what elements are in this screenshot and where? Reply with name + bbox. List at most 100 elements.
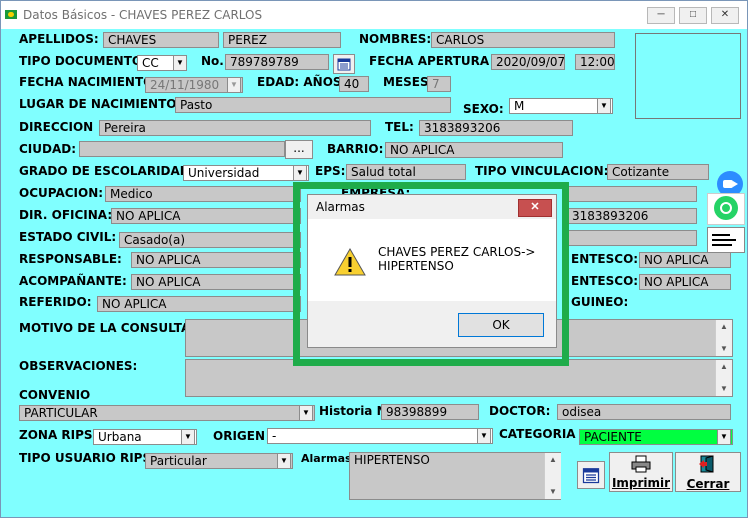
calendar-button-bottom[interactable] xyxy=(577,461,605,489)
alarmas-scrollbar[interactable]: ▲ ▼ xyxy=(544,453,561,499)
maximize-button[interactable]: □ xyxy=(679,7,707,24)
exit-door-icon xyxy=(699,455,714,473)
referido-field[interactable]: NO APLICA xyxy=(97,296,301,312)
numero-field[interactable]: 789789789 xyxy=(225,54,329,70)
tipo-vinculacion-label: TIPO VINCULACION: xyxy=(475,164,609,178)
nombres-label: NOMBRES: xyxy=(359,32,432,46)
printer-icon xyxy=(631,455,651,473)
acompanante-field[interactable]: NO APLICA xyxy=(131,274,301,290)
estado-civil-field[interactable]: Casado(a) xyxy=(119,232,301,248)
calendar-icon xyxy=(582,468,600,484)
chevron-down-icon[interactable]: ▼ xyxy=(717,429,731,445)
estado-civil-label: ESTADO CIVIL: xyxy=(19,230,117,244)
eps-field[interactable]: Salud total xyxy=(346,164,466,180)
escolaridad-value: Universidad xyxy=(188,166,260,180)
numero-label: No. xyxy=(201,54,224,68)
grado-escolaridad-label: GRADO DE ESCOLARIDAD: xyxy=(19,164,195,178)
barrio-field[interactable]: NO APLICA xyxy=(385,142,563,158)
chevron-down-icon[interactable]: ▼ xyxy=(277,453,291,469)
chevron-down-icon[interactable]: ▼ xyxy=(173,55,187,71)
observaciones-scrollbar[interactable]: ▲ ▼ xyxy=(715,360,732,396)
tipo-vinculacion-field[interactable]: Cotizante xyxy=(607,164,709,180)
parentesco-responsable-field[interactable]: NO APLICA xyxy=(639,252,731,268)
chevron-down-icon[interactable]: ▼ xyxy=(293,165,307,181)
parentesco-acompanante-label: ENTESCO: xyxy=(571,274,639,288)
tel-oficina-field[interactable]: 3183893206 xyxy=(567,208,697,224)
fecha-apertura-label: FECHA APERTURA xyxy=(369,54,490,68)
photo-box[interactable] xyxy=(635,33,741,119)
cerrar-label: Cerrar xyxy=(686,477,730,491)
convenio-select[interactable]: PARTICULAR xyxy=(19,405,315,421)
window-title: Datos Básicos - CHAVES PEREZ CARLOS xyxy=(23,8,263,22)
observaciones-label: OBSERVACIONES: xyxy=(19,359,138,373)
categoria-value: PACIENTE xyxy=(584,430,642,444)
edad-anos-field[interactable]: 40 xyxy=(339,76,369,92)
scroll-up-icon[interactable]: ▲ xyxy=(545,453,561,467)
datos-basicos-window: Datos Básicos - CHAVES PEREZ CARLOS ─ □ … xyxy=(0,0,748,518)
parentesco-responsable-label: ENTESCO: xyxy=(571,252,639,266)
historia-field[interactable]: 98398899 xyxy=(381,404,479,420)
scroll-up-icon[interactable]: ▲ xyxy=(716,320,732,334)
tipo-usuario-value: Particular xyxy=(150,454,207,468)
eps-label: EPS: xyxy=(315,164,346,178)
parentesco-acompanante-field[interactable]: NO APLICA xyxy=(639,274,731,290)
minimize-button[interactable]: ─ xyxy=(647,7,675,24)
empresa-field[interactable] xyxy=(567,186,697,202)
categoria-select[interactable]: PACIENTE xyxy=(579,429,733,445)
ciudad-browse-button[interactable]: ... xyxy=(285,140,313,159)
origen-select[interactable]: - xyxy=(267,428,493,444)
meses-field[interactable]: 7 xyxy=(427,76,451,92)
chevron-down-icon[interactable]: ▼ xyxy=(299,405,313,421)
tel-field[interactable]: 3183893206 xyxy=(419,120,573,136)
fecha-nacimiento-label: FECHA NACIMIENTO: xyxy=(19,75,159,89)
acompanante-label: ACOMPAÑANTE: xyxy=(19,274,127,288)
motivo-scrollbar[interactable]: ▲ ▼ xyxy=(715,320,732,356)
chevron-down-icon[interactable]: ▼ xyxy=(227,77,241,93)
hora-apertura-field[interactable]: 12:00 xyxy=(575,54,615,70)
ocupacion-field[interactable]: Medico xyxy=(105,186,301,202)
estado-civil-extra-field[interactable] xyxy=(567,230,697,246)
ciudad-field[interactable] xyxy=(79,141,285,157)
contact-card-icon[interactable] xyxy=(707,227,745,253)
chevron-down-icon[interactable]: ▼ xyxy=(597,98,611,114)
apellido1-field[interactable]: CHAVES xyxy=(103,32,219,48)
motivo-label: MOTIVO DE LA CONSULTA: xyxy=(19,321,196,335)
scroll-up-icon[interactable]: ▲ xyxy=(716,360,732,374)
origen-label: ORIGEN xyxy=(213,429,265,443)
direccion-field[interactable]: Pereira xyxy=(99,120,371,136)
tipo-documento-value: CC xyxy=(142,56,159,70)
apellido2-field[interactable]: PEREZ xyxy=(223,32,341,48)
whatsapp-icon[interactable] xyxy=(707,193,745,225)
fecha-apertura-field[interactable]: 2020/09/07 xyxy=(491,54,565,70)
responsable-field[interactable]: NO APLICA xyxy=(131,252,301,268)
calendar-button[interactable] xyxy=(333,54,355,74)
title-bar: Datos Básicos - CHAVES PEREZ CARLOS ─ □ … xyxy=(1,1,747,29)
meses-label: MESES xyxy=(383,75,429,89)
alarmas-field[interactable]: HIPERTENSO xyxy=(349,452,561,500)
referido-label: REFERIDO: xyxy=(19,295,92,309)
chevron-down-icon[interactable]: ▼ xyxy=(477,428,491,444)
doctor-field[interactable]: odisea xyxy=(557,404,731,420)
sexo-label: SEXO: xyxy=(463,102,504,116)
edad-anos-label: EDAD: AÑOS xyxy=(257,75,342,89)
lugar-nacimiento-field[interactable]: Pasto xyxy=(175,97,451,113)
scroll-down-icon[interactable]: ▼ xyxy=(545,485,561,499)
escolaridad-select[interactable]: Universidad xyxy=(183,165,309,181)
imprimir-button[interactable]: Imprimir xyxy=(609,452,673,492)
tipo-documento-label: TIPO DOCUMENTO xyxy=(19,54,143,68)
highlight-frame xyxy=(293,182,569,366)
nombres-field[interactable]: CARLOS xyxy=(431,32,615,48)
sexo-value: M xyxy=(514,99,525,113)
scroll-down-icon[interactable]: ▼ xyxy=(716,342,732,356)
zona-rips-value: Urbana xyxy=(98,430,142,444)
tipo-usuario-select[interactable]: Particular xyxy=(145,453,293,469)
scroll-down-icon[interactable]: ▼ xyxy=(716,382,732,396)
chevron-down-icon[interactable]: ▼ xyxy=(181,429,195,445)
doctor-label: DOCTOR: xyxy=(489,404,551,418)
sanguineo-label: GUINEO: xyxy=(571,295,629,309)
dir-oficina-field[interactable]: NO APLICA xyxy=(111,208,301,224)
alarmas-label: Alarmas xyxy=(301,452,352,465)
cerrar-button[interactable]: Cerrar xyxy=(675,452,741,492)
close-button[interactable]: ✕ xyxy=(711,7,739,24)
convenio-value: PARTICULAR xyxy=(24,406,98,420)
